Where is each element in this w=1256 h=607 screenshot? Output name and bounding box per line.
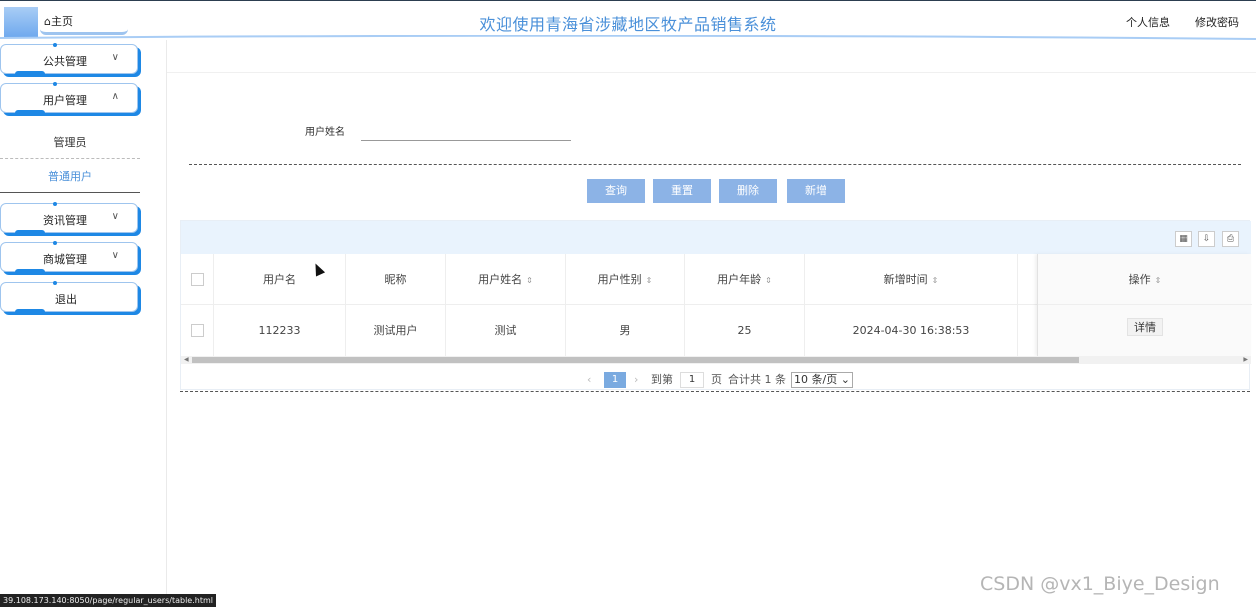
chevron-up-icon: ∧: [111, 91, 119, 102]
chevron-down-icon: ∨: [111, 250, 119, 261]
menu-label: 退出: [55, 293, 77, 306]
page-size-select[interactable]: 10 条/页 ⌄: [791, 372, 853, 388]
profile-link[interactable]: 个人信息: [1126, 14, 1170, 30]
col-name[interactable]: 用户姓名 ⇕: [446, 254, 566, 305]
menu-dot: [53, 202, 57, 206]
delete-button[interactable]: 删除: [719, 179, 777, 203]
top-header: ⌂主页 欢迎使用青海省涉藏地区牧产品销售系统 个人信息 修改密码: [0, 0, 1256, 40]
prev-page-icon[interactable]: ‹: [587, 372, 591, 388]
col-label: 新增时间: [883, 273, 928, 286]
col-username[interactable]: 用户名: [214, 254, 346, 305]
horizontal-scrollbar[interactable]: ◀ ▶: [181, 356, 1251, 364]
menu-wave: [15, 309, 45, 315]
query-button[interactable]: 查询: [587, 179, 645, 203]
chevron-down-icon: ⌄: [840, 373, 850, 386]
col-nickname[interactable]: 昵称: [346, 254, 446, 305]
row-select-cell: [181, 305, 214, 356]
col-action[interactable]: 操作 ⇕: [1038, 254, 1252, 305]
menu-user-management[interactable]: 用户管理 ∧: [0, 82, 138, 116]
sort-icon: ⇕: [526, 276, 533, 285]
cell-name: 测试: [446, 305, 566, 356]
col-label: 用户名: [263, 273, 296, 286]
main-content: 用户姓名 查询 重置 删除 新增 ▦ ⇩ ⎙ 用户名 昵称 用户姓名 ⇕ 用户性别…: [167, 72, 1256, 607]
col-label: 昵称: [384, 273, 407, 286]
col-label: 用户性别: [597, 273, 642, 286]
print-icon[interactable]: ⎙: [1222, 231, 1239, 247]
sort-icon: ⇕: [1154, 276, 1162, 285]
chevron-down-icon: ∨: [111, 52, 119, 63]
cell-nickname: 测试用户: [346, 305, 446, 356]
columns-icon[interactable]: ▦: [1175, 231, 1192, 247]
change-password-link[interactable]: 修改密码: [1195, 14, 1239, 30]
goto-page-input[interactable]: 1: [680, 372, 704, 388]
select-all-cell: [181, 254, 214, 305]
cell-gender: 男: [566, 305, 685, 356]
menu-label: 用户管理: [43, 94, 87, 107]
search-label: 用户姓名: [305, 127, 345, 138]
data-table: ▦ ⇩ ⎙ 用户名 昵称 用户姓名 ⇕ 用户性别 ⇕ 用户年龄 ⇕ 新增时间 ⇕ 112…: [180, 220, 1252, 390]
menu-dot: [53, 82, 57, 86]
scroll-thumb[interactable]: [192, 357, 1079, 363]
sort-icon: ⇕: [931, 276, 939, 285]
cell-username: 112233: [214, 305, 346, 356]
scroll-left-icon[interactable]: ◀: [184, 356, 189, 364]
menu-public-management[interactable]: 公共管理 ∨: [0, 43, 138, 77]
sidebar: 公共管理 ∨ 用户管理 ∧ 管理员 普通用户 资讯管理 ∨ 商城管理 ∨ 退出: [0, 40, 167, 607]
col-label: 用户姓名: [478, 273, 523, 286]
menu-wave: [15, 110, 45, 116]
menu-logout[interactable]: 退出: [0, 281, 138, 315]
menu-dot: [53, 43, 57, 47]
menu-mall-management[interactable]: 商城管理 ∨: [0, 241, 138, 275]
menu-label: 商城管理: [43, 253, 87, 266]
menu-dot: [53, 241, 57, 245]
watermark: CSDN @vx1_Biye_Design: [980, 573, 1220, 595]
cell-created: 2024-04-30 16:38:53: [805, 305, 1018, 356]
menu-dot: [53, 281, 57, 285]
menu-wave: [15, 269, 45, 275]
select-all-checkbox[interactable]: [191, 273, 204, 286]
submenu-admin[interactable]: 管理员: [0, 126, 140, 159]
col-label: 用户年龄: [717, 273, 762, 286]
status-bar-url: 39.108.173.140:8050/page/regular_users/t…: [0, 594, 216, 607]
name-search-input[interactable]: [361, 123, 571, 141]
menu-wave: [15, 230, 45, 236]
header-swoosh: [0, 35, 1256, 40]
submenu-regular-users[interactable]: 普通用户: [0, 160, 140, 193]
col-gender[interactable]: 用户性别 ⇕: [566, 254, 685, 305]
cell-action: 详情: [1038, 305, 1252, 356]
detail-button[interactable]: 详情: [1127, 318, 1163, 336]
fixed-action-column: 操作 ⇕ 详情: [1037, 254, 1252, 356]
page-unit-label: 页: [711, 373, 722, 386]
sort-icon: ⇕: [765, 276, 772, 285]
page-title: 欢迎使用青海省涉藏地区牧产品销售系统: [479, 15, 777, 34]
menu-news-management[interactable]: 资讯管理 ∨: [0, 202, 138, 236]
row-checkbox[interactable]: [191, 324, 204, 337]
menu-label: 资讯管理: [43, 214, 87, 227]
menu-label: 公共管理: [43, 55, 87, 68]
next-page-icon[interactable]: ›: [634, 372, 638, 388]
col-age[interactable]: 用户年龄 ⇕: [685, 254, 805, 305]
cell-age: 25: [685, 305, 805, 356]
col-created[interactable]: 新增时间 ⇕: [805, 254, 1018, 305]
export-icon[interactable]: ⇩: [1198, 231, 1215, 247]
scroll-right-icon[interactable]: ▶: [1243, 356, 1248, 364]
menu-wave: [15, 71, 45, 77]
page-1-button[interactable]: 1: [604, 372, 626, 388]
reset-button[interactable]: 重置: [653, 179, 711, 203]
goto-label: 到第: [651, 373, 673, 386]
bottom-divider: [180, 391, 1250, 392]
table-toolbar: ▦ ⇩ ⎙: [181, 221, 1251, 254]
total-count: 合计共 1 条: [728, 373, 786, 386]
add-button[interactable]: 新增: [787, 179, 845, 203]
col-label: 操作: [1128, 273, 1151, 286]
chevron-down-icon: ∨: [111, 211, 119, 222]
divider: [189, 164, 1241, 165]
sort-icon: ⇕: [645, 276, 653, 285]
page-size-value: 10 条/页: [794, 373, 838, 386]
